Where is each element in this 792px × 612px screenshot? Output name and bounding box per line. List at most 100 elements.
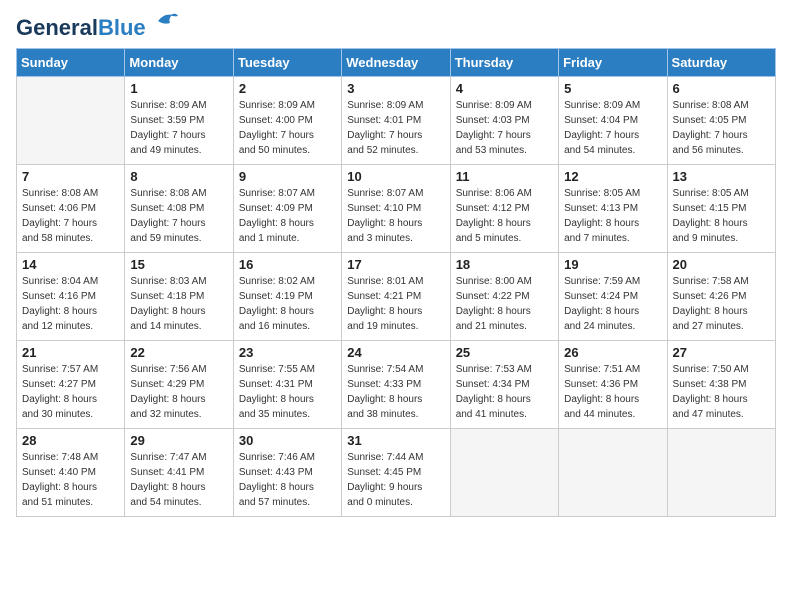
day-info: Sunrise: 8:05 AM Sunset: 4:15 PM Dayligh… — [673, 186, 770, 246]
calendar-cell: 15 Sunrise: 8:03 AM Sunset: 4:18 PM Dayli… — [125, 253, 233, 341]
header-wednesday: Wednesday — [342, 49, 450, 77]
calendar-cell: 17 Sunrise: 8:01 AM Sunset: 4:21 PM Dayli… — [342, 253, 450, 341]
day-number: 26 — [564, 345, 661, 360]
calendar-cell: 14 Sunrise: 8:04 AM Sunset: 4:16 PM Dayli… — [17, 253, 125, 341]
calendar-cell — [559, 429, 667, 517]
calendar-cell: 23 Sunrise: 7:55 AM Sunset: 4:31 PM Dayli… — [233, 341, 341, 429]
day-info: Sunrise: 7:47 AM Sunset: 4:41 PM Dayligh… — [130, 450, 227, 510]
day-number: 21 — [22, 345, 119, 360]
calendar-cell: 24 Sunrise: 7:54 AM Sunset: 4:33 PM Dayli… — [342, 341, 450, 429]
calendar-cell: 3Sunrise: 8:09 AM Sunset: 4:01 PM Daylig… — [342, 77, 450, 165]
calendar-cell: 10 Sunrise: 8:07 AM Sunset: 4:10 PM Dayli… — [342, 165, 450, 253]
day-info: Sunrise: 8:09 AM Sunset: 4:01 PM Dayligh… — [347, 98, 444, 158]
day-number: 13 — [673, 169, 770, 184]
calendar-cell: 20 Sunrise: 7:58 AM Sunset: 4:26 PM Dayli… — [667, 253, 775, 341]
day-number: 4 — [456, 81, 553, 96]
day-info: Sunrise: 7:46 AM Sunset: 4:43 PM Dayligh… — [239, 450, 336, 510]
header-thursday: Thursday — [450, 49, 558, 77]
day-number: 30 — [239, 433, 336, 448]
calendar-cell: 7 Sunrise: 8:08 AM Sunset: 4:06 PM Daylig… — [17, 165, 125, 253]
calendar-cell: 12 Sunrise: 8:05 AM Sunset: 4:13 PM Dayli… — [559, 165, 667, 253]
logo-general: GeneralBlue — [16, 16, 146, 40]
day-number: 29 — [130, 433, 227, 448]
day-number: 9 — [239, 169, 336, 184]
day-info: Sunrise: 7:54 AM Sunset: 4:33 PM Dayligh… — [347, 362, 444, 422]
day-number: 28 — [22, 433, 119, 448]
header-tuesday: Tuesday — [233, 49, 341, 77]
logo-bird-icon — [150, 11, 180, 38]
calendar-cell: 9Sunrise: 8:07 AM Sunset: 4:09 PM Daylig… — [233, 165, 341, 253]
day-info: Sunrise: 8:07 AM Sunset: 4:10 PM Dayligh… — [347, 186, 444, 246]
day-info: Sunrise: 8:08 AM Sunset: 4:06 PM Dayligh… — [22, 186, 119, 246]
day-info: Sunrise: 7:56 AM Sunset: 4:29 PM Dayligh… — [130, 362, 227, 422]
day-info: Sunrise: 7:57 AM Sunset: 4:27 PM Dayligh… — [22, 362, 119, 422]
day-number: 15 — [130, 257, 227, 272]
day-info: Sunrise: 7:53 AM Sunset: 4:34 PM Dayligh… — [456, 362, 553, 422]
day-number: 6 — [673, 81, 770, 96]
calendar-week-row: 1 Sunrise: 8:09 AM Sunset: 3:59 PM Daylig… — [17, 77, 776, 165]
day-info: Sunrise: 8:05 AM Sunset: 4:13 PM Dayligh… — [564, 186, 661, 246]
day-info: Sunrise: 8:08 AM Sunset: 4:05 PM Dayligh… — [673, 98, 770, 158]
day-number: 24 — [347, 345, 444, 360]
header-friday: Friday — [559, 49, 667, 77]
day-info: Sunrise: 8:01 AM Sunset: 4:21 PM Dayligh… — [347, 274, 444, 334]
day-info: Sunrise: 8:06 AM Sunset: 4:12 PM Dayligh… — [456, 186, 553, 246]
calendar-cell: 30 Sunrise: 7:46 AM Sunset: 4:43 PM Dayli… — [233, 429, 341, 517]
day-info: Sunrise: 8:09 AM Sunset: 3:59 PM Dayligh… — [130, 98, 227, 158]
calendar-cell: 2 Sunrise: 8:09 AM Sunset: 4:00 PM Daylig… — [233, 77, 341, 165]
calendar-cell: 22 Sunrise: 7:56 AM Sunset: 4:29 PM Dayli… — [125, 341, 233, 429]
page-header: GeneralBlue — [16, 16, 776, 40]
calendar-cell: 4Sunrise: 8:09 AM Sunset: 4:03 PM Daylig… — [450, 77, 558, 165]
day-number: 27 — [673, 345, 770, 360]
calendar-week-row: 14 Sunrise: 8:04 AM Sunset: 4:16 PM Dayli… — [17, 253, 776, 341]
logo-blue: Blue — [98, 15, 146, 40]
day-number: 18 — [456, 257, 553, 272]
day-info: Sunrise: 7:51 AM Sunset: 4:36 PM Dayligh… — [564, 362, 661, 422]
calendar-cell: 21 Sunrise: 7:57 AM Sunset: 4:27 PM Dayli… — [17, 341, 125, 429]
header-saturday: Saturday — [667, 49, 775, 77]
day-number: 8 — [130, 169, 227, 184]
calendar-cell: 31Sunrise: 7:44 AM Sunset: 4:45 PM Dayli… — [342, 429, 450, 517]
calendar-week-row: 21 Sunrise: 7:57 AM Sunset: 4:27 PM Dayli… — [17, 341, 776, 429]
calendar-cell: 1 Sunrise: 8:09 AM Sunset: 3:59 PM Daylig… — [125, 77, 233, 165]
calendar-cell: 18 Sunrise: 8:00 AM Sunset: 4:22 PM Dayli… — [450, 253, 558, 341]
day-number: 10 — [347, 169, 444, 184]
day-number: 2 — [239, 81, 336, 96]
calendar-cell: 13 Sunrise: 8:05 AM Sunset: 4:15 PM Dayli… — [667, 165, 775, 253]
calendar-cell: 27 Sunrise: 7:50 AM Sunset: 4:38 PM Dayli… — [667, 341, 775, 429]
calendar-cell: 28 Sunrise: 7:48 AM Sunset: 4:40 PM Dayli… — [17, 429, 125, 517]
calendar-cell: 25 Sunrise: 7:53 AM Sunset: 4:34 PM Dayli… — [450, 341, 558, 429]
calendar-week-row: 28 Sunrise: 7:48 AM Sunset: 4:40 PM Dayli… — [17, 429, 776, 517]
header-sunday: Sunday — [17, 49, 125, 77]
day-number: 23 — [239, 345, 336, 360]
day-number: 31 — [347, 433, 444, 448]
calendar-cell: 16Sunrise: 8:02 AM Sunset: 4:19 PM Dayli… — [233, 253, 341, 341]
day-info: Sunrise: 8:03 AM Sunset: 4:18 PM Dayligh… — [130, 274, 227, 334]
calendar-cell: 26 Sunrise: 7:51 AM Sunset: 4:36 PM Dayli… — [559, 341, 667, 429]
day-number: 14 — [22, 257, 119, 272]
day-info: Sunrise: 8:04 AM Sunset: 4:16 PM Dayligh… — [22, 274, 119, 334]
day-info: Sunrise: 8:09 AM Sunset: 4:04 PM Dayligh… — [564, 98, 661, 158]
day-info: Sunrise: 7:50 AM Sunset: 4:38 PM Dayligh… — [673, 362, 770, 422]
day-info: Sunrise: 8:09 AM Sunset: 4:00 PM Dayligh… — [239, 98, 336, 158]
calendar-cell — [450, 429, 558, 517]
day-number: 17 — [347, 257, 444, 272]
calendar-cell: 11Sunrise: 8:06 AM Sunset: 4:12 PM Dayli… — [450, 165, 558, 253]
day-number: 1 — [130, 81, 227, 96]
calendar-cell: 19Sunrise: 7:59 AM Sunset: 4:24 PM Dayli… — [559, 253, 667, 341]
day-info: Sunrise: 7:48 AM Sunset: 4:40 PM Dayligh… — [22, 450, 119, 510]
day-number: 16 — [239, 257, 336, 272]
day-number: 25 — [456, 345, 553, 360]
day-number: 7 — [22, 169, 119, 184]
day-info: Sunrise: 7:58 AM Sunset: 4:26 PM Dayligh… — [673, 274, 770, 334]
header-monday: Monday — [125, 49, 233, 77]
day-number: 12 — [564, 169, 661, 184]
day-info: Sunrise: 8:00 AM Sunset: 4:22 PM Dayligh… — [456, 274, 553, 334]
day-info: Sunrise: 7:55 AM Sunset: 4:31 PM Dayligh… — [239, 362, 336, 422]
day-number: 20 — [673, 257, 770, 272]
day-number: 22 — [130, 345, 227, 360]
calendar-cell: 6 Sunrise: 8:08 AM Sunset: 4:05 PM Daylig… — [667, 77, 775, 165]
calendar-cell: 8Sunrise: 8:08 AM Sunset: 4:08 PM Daylig… — [125, 165, 233, 253]
day-number: 5 — [564, 81, 661, 96]
calendar-cell: 5 Sunrise: 8:09 AM Sunset: 4:04 PM Daylig… — [559, 77, 667, 165]
